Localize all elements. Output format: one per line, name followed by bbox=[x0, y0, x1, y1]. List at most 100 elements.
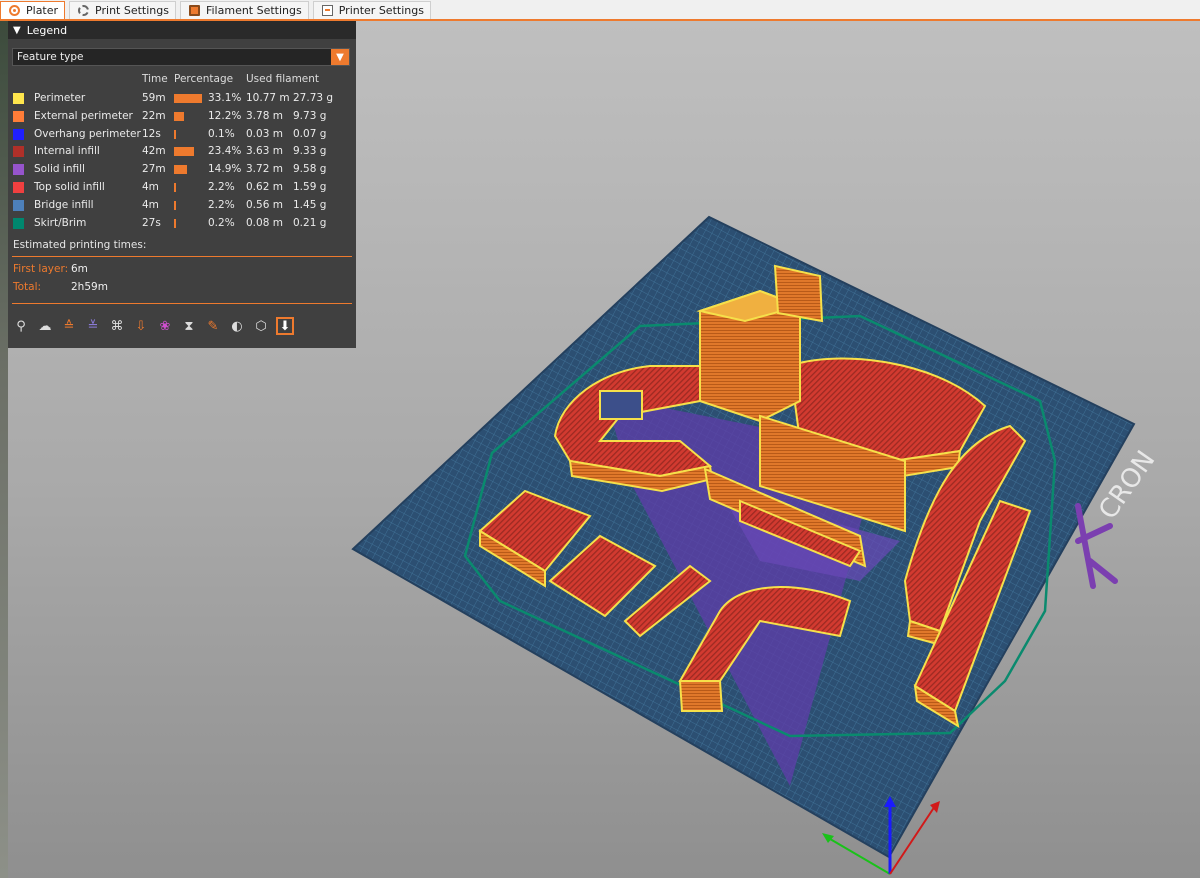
view-type-select[interactable]: Feature type ▼ bbox=[12, 48, 350, 66]
legend-row[interactable]: Overhang perimeter 12s 0.1% 0.03 m 0.07 g bbox=[8, 126, 356, 144]
percentage-bar bbox=[174, 147, 194, 157]
percentage-bar bbox=[174, 165, 187, 175]
percentage-bar bbox=[174, 218, 176, 228]
percentage-bar bbox=[174, 94, 202, 103]
tab-label: Filament Settings bbox=[205, 4, 302, 17]
time-label: Total: bbox=[13, 281, 42, 293]
column-header-used-filament: Used filament bbox=[246, 73, 320, 85]
color-changes-icon[interactable]: ❀ bbox=[156, 317, 174, 335]
feature-percentage: 2.2% bbox=[208, 181, 235, 193]
visibility-toolbar: ⚲ ☁ ≙ ≚ ⌘ ⇩ ❀ ⧗ ✎ ◐ ⬡ ⬇ bbox=[12, 314, 352, 338]
feature-percentage: 0.1% bbox=[208, 127, 235, 140]
color-swatch bbox=[13, 217, 24, 229]
time-value: 2h59m bbox=[71, 281, 108, 293]
legend-row[interactable]: Solid infill 27m 14.9% 3.72 m 9.58 g bbox=[8, 161, 356, 179]
time-label: First layer: bbox=[13, 263, 69, 275]
feature-name: Skirt/Brim bbox=[34, 216, 87, 229]
color-swatch bbox=[13, 110, 24, 122]
percentage-bar bbox=[174, 111, 185, 121]
color-swatch bbox=[13, 199, 24, 211]
feature-weight: 9.33 g bbox=[293, 145, 327, 158]
feature-weight: 0.21 g bbox=[293, 216, 327, 229]
legend-title: Legend bbox=[26, 23, 68, 37]
color-swatch bbox=[13, 93, 24, 104]
tool-changes-icon[interactable]: ⇩ bbox=[132, 317, 150, 335]
legend-row[interactable]: Internal infill 42m 23.4% 3.63 m 9.33 g bbox=[8, 143, 356, 161]
legend-row[interactable]: Perimeter 59m 33.1% 10.77 m 27.73 g bbox=[8, 90, 356, 108]
feature-length: 0.03 m bbox=[246, 127, 283, 140]
feature-name: External perimeter bbox=[34, 109, 133, 122]
feature-percentage: 12.2% bbox=[208, 109, 242, 122]
total-time: Total: 2h59m bbox=[13, 281, 108, 293]
feature-time: 12s bbox=[142, 127, 161, 140]
plater-icon bbox=[9, 5, 20, 16]
chevron-down-icon: ▼ bbox=[331, 49, 349, 65]
shells-icon[interactable]: ⬡ bbox=[252, 317, 270, 335]
percentage-bar bbox=[174, 129, 176, 139]
feature-weight: 27.73 g bbox=[293, 92, 334, 104]
tab-print-settings[interactable]: Print Settings bbox=[69, 1, 176, 19]
feature-time: 22m bbox=[142, 109, 166, 122]
filament-icon bbox=[188, 5, 200, 16]
tool-marker-icon[interactable]: ⬇ bbox=[276, 317, 294, 335]
view-type-value: Feature type bbox=[17, 51, 84, 63]
collapse-triangle-icon: ▼ bbox=[13, 24, 21, 36]
color-swatch bbox=[13, 164, 24, 176]
print-settings-icon bbox=[78, 5, 90, 16]
tab-label: Printer Settings bbox=[338, 4, 424, 17]
legend-row[interactable]: Top solid infill 4m 2.2% 0.62 m 1.59 g bbox=[8, 179, 356, 197]
feature-name: Bridge infill bbox=[34, 198, 94, 211]
feature-length: 0.56 m bbox=[246, 198, 283, 211]
feature-name: Solid infill bbox=[34, 163, 85, 176]
feature-weight: 9.58 g bbox=[293, 163, 327, 176]
feature-time: 42m bbox=[142, 145, 166, 158]
estimated-times-title: Estimated printing times: bbox=[13, 239, 147, 251]
color-swatch bbox=[13, 128, 24, 140]
legend-row[interactable]: External perimeter 22m 12.2% 3.78 m 9.73 g bbox=[8, 108, 356, 126]
legend-row[interactable]: Bridge infill 4m 2.2% 0.56 m 1.45 g bbox=[8, 197, 356, 215]
part-hole bbox=[599, 390, 643, 420]
retractions-icon[interactable]: ≙ bbox=[60, 317, 78, 335]
part-clip bbox=[773, 264, 824, 323]
feature-weight: 1.45 g bbox=[293, 198, 327, 211]
feature-time: 4m bbox=[142, 181, 159, 193]
feature-percentage: 0.2% bbox=[208, 216, 235, 229]
first-layer-time: First layer: 6m bbox=[13, 263, 88, 275]
color-swatch bbox=[13, 182, 24, 193]
printer-icon bbox=[321, 5, 333, 16]
tab-label: Print Settings bbox=[95, 4, 169, 17]
percentage-bar bbox=[174, 200, 176, 210]
tab-printer-settings[interactable]: Printer Settings bbox=[312, 1, 431, 19]
feature-time: 27s bbox=[142, 216, 161, 229]
separator bbox=[12, 303, 352, 304]
feature-length: 10.77 m bbox=[246, 92, 290, 104]
wipe-icon[interactable]: ☁ bbox=[36, 317, 54, 335]
custom-gcodes-icon[interactable]: ✎ bbox=[204, 317, 222, 335]
deretractions-icon[interactable]: ≚ bbox=[84, 317, 102, 335]
feature-length: 3.78 m bbox=[246, 109, 283, 122]
feature-percentage: 33.1% bbox=[208, 92, 242, 104]
tab-bar: Plater Print Settings Filament Settings … bbox=[0, 0, 1200, 21]
feature-percentage: 23.4% bbox=[208, 145, 242, 158]
tab-plater[interactable]: Plater bbox=[0, 1, 66, 19]
feature-time: 59m bbox=[142, 92, 166, 104]
feature-time: 27m bbox=[142, 163, 166, 176]
feature-percentage: 2.2% bbox=[208, 198, 235, 211]
legend-header[interactable]: ▼ Legend bbox=[8, 21, 356, 39]
pause-prints-icon[interactable]: ⧗ bbox=[180, 317, 198, 335]
seams-icon[interactable]: ⌘ bbox=[108, 317, 126, 335]
feature-length: 0.62 m bbox=[246, 181, 283, 193]
percentage-bar bbox=[174, 183, 176, 192]
legend-row[interactable]: Skirt/Brim 27s 0.2% 0.08 m 0.21 g bbox=[8, 215, 356, 233]
separator bbox=[12, 256, 352, 257]
feature-weight: 9.73 g bbox=[293, 109, 327, 122]
travel-icon[interactable]: ⚲ bbox=[12, 317, 30, 335]
feature-name: Top solid infill bbox=[34, 181, 105, 193]
feature-percentage: 14.9% bbox=[208, 163, 242, 176]
tab-filament-settings[interactable]: Filament Settings bbox=[179, 1, 309, 19]
feature-weight: 0.07 g bbox=[293, 127, 327, 140]
feature-length: 3.72 m bbox=[246, 163, 283, 176]
legend-panel: ▼ Legend Feature type ▼ Time Percentage Us… bbox=[8, 21, 356, 348]
feature-time: 4m bbox=[142, 198, 159, 211]
center-of-gravity-icon[interactable]: ◐ bbox=[228, 317, 246, 335]
